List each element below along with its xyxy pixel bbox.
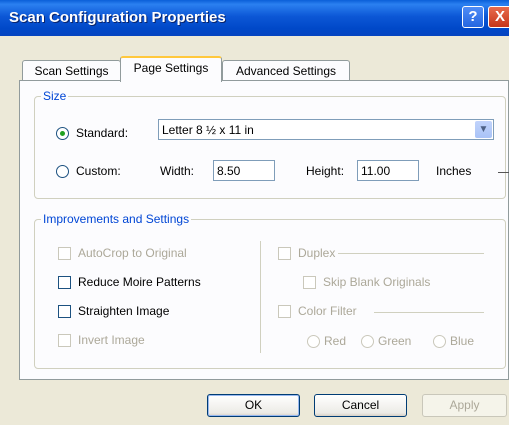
- duplex-checkbox[interactable]: [278, 247, 291, 260]
- width-field[interactable]: 8.50: [213, 160, 275, 181]
- size-group-legend: Size: [41, 89, 69, 103]
- reduce-moire-label: Reduce Moire Patterns: [78, 275, 201, 289]
- red-label: Red: [324, 334, 347, 348]
- green-label: Green: [378, 334, 412, 348]
- cancel-button[interactable]: Cancel: [314, 394, 407, 417]
- ok-button[interactable]: OK: [207, 394, 300, 417]
- close-button[interactable]: X: [488, 6, 509, 28]
- tab-scan-settings[interactable]: Scan Settings: [22, 60, 121, 82]
- invert-checkbox[interactable]: [58, 334, 71, 347]
- invert-label: Invert Image: [78, 333, 145, 347]
- window-title: Scan Configuration Properties: [9, 9, 226, 26]
- help-button[interactable]: ?: [462, 6, 484, 28]
- autocrop-label: AutoCrop to Original: [78, 246, 187, 260]
- standard-label: Standard:: [76, 126, 129, 140]
- straighten-checkbox[interactable]: [58, 305, 71, 318]
- apply-button[interactable]: Apply: [422, 394, 507, 417]
- skip-blank-label: Skip Blank Originals: [323, 275, 431, 289]
- autocrop-checkbox[interactable]: [58, 247, 71, 260]
- reduce-moire-checkbox[interactable]: [58, 276, 71, 289]
- dialog-window: Scan Configuration Properties ? X Scan S…: [0, 0, 509, 425]
- tab-advanced-settings[interactable]: Advanced Settings: [222, 60, 350, 82]
- skip-blank-checkbox[interactable]: [303, 276, 316, 289]
- height-field[interactable]: 11.00: [357, 160, 419, 181]
- chevron-down-icon[interactable]: ▼: [475, 121, 492, 138]
- red-radio[interactable]: [307, 335, 320, 348]
- standard-radio[interactable]: [56, 127, 69, 140]
- height-label: Height:: [306, 164, 345, 178]
- tab-page-settings[interactable]: Page Settings: [120, 56, 222, 82]
- custom-label: Custom:: [76, 164, 121, 178]
- color-filter-label: Color Filter: [298, 304, 357, 318]
- page-size-value: Letter 8 ½ x 11 in: [162, 123, 254, 137]
- duplex-label: Duplex: [298, 246, 336, 260]
- size-group: Size: [34, 89, 506, 199]
- duplex-line: [338, 253, 484, 254]
- blue-radio[interactable]: [433, 335, 446, 348]
- custom-radio[interactable]: [56, 165, 69, 178]
- width-label: Width:: [160, 164, 195, 178]
- page-size-select[interactable]: Letter 8 ½ x 11 in ▼: [158, 119, 494, 140]
- tab-panel-page-settings: Size Standard: Letter 8 ½ x 11 in ▼ Cust…: [19, 80, 509, 380]
- color-filter-checkbox[interactable]: [278, 305, 291, 318]
- straighten-label: Straighten Image: [78, 304, 170, 318]
- edge-marker: [498, 172, 509, 173]
- column-divider: [260, 241, 261, 353]
- green-radio[interactable]: [361, 335, 374, 348]
- blue-label: Blue: [450, 334, 475, 348]
- color-filter-line: [374, 312, 484, 313]
- units-label: Inches: [436, 164, 472, 178]
- improvements-group-legend: Improvements and Settings: [41, 212, 192, 226]
- title-bar[interactable]: Scan Configuration Properties ? X: [0, 0, 509, 36]
